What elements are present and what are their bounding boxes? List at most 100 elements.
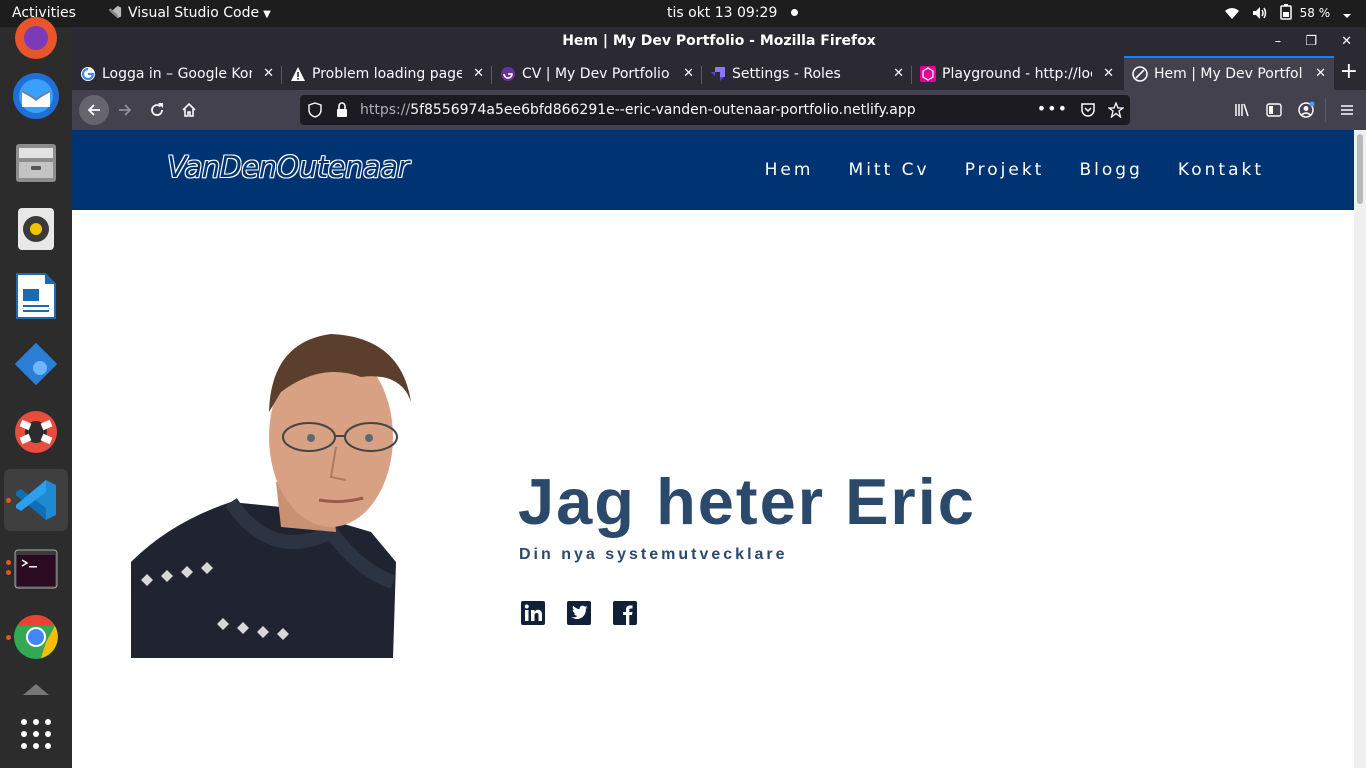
- running-indicator: [6, 570, 11, 575]
- grid-icon: [21, 719, 51, 749]
- vscode-icon: [16, 480, 56, 520]
- close-tab-icon[interactable]: ✕: [893, 58, 904, 90]
- dock-scroll-up[interactable]: [4, 679, 68, 699]
- dock-chrome[interactable]: [4, 606, 68, 668]
- dock-software-updater[interactable]: [4, 333, 68, 395]
- thunderbird-icon: [13, 73, 59, 119]
- chevron-up-icon: [23, 684, 49, 695]
- arrow-right-icon: [119, 104, 132, 116]
- back-button[interactable]: [79, 95, 109, 125]
- menu-link-blogg[interactable]: Blogg: [1079, 160, 1142, 180]
- account-button[interactable]: [1293, 97, 1319, 123]
- url-host: 5f8556974a5ee6bfd866291e--eric-vanden-ou…: [410, 102, 916, 118]
- clock-text: tis okt 13 09:29: [667, 5, 778, 21]
- firefox-window: Hem | My Dev Portfolio - Mozilla Firefox…: [72, 27, 1366, 768]
- tab-hem-portfolio[interactable]: Hem | My Dev Portfolio ✕: [1124, 56, 1334, 90]
- google-icon: [81, 67, 95, 81]
- graphql-icon: [920, 66, 936, 82]
- app-menu[interactable]: Visual Studio Code ▼: [108, 0, 271, 27]
- close-tab-icon[interactable]: ✕: [1315, 58, 1326, 90]
- tab-problem-loading[interactable]: Problem loading page ✕: [282, 58, 492, 90]
- site-logo[interactable]: VanDenOutenaar: [167, 150, 409, 184]
- tab-label: Hem | My Dev Portfolio: [1154, 66, 1302, 82]
- system-top-bar: Activities Visual Studio Code ▼ tis okt 1…: [0, 0, 1366, 27]
- dock-vscode[interactable]: [4, 469, 68, 531]
- window-titlebar[interactable]: Hem | My Dev Portfolio - Mozilla Firefox…: [72, 27, 1366, 56]
- url-text[interactable]: https://5f8556974a5ee6bfd866291e--eric-v…: [360, 95, 916, 125]
- close-window-button[interactable]: ✕: [1341, 27, 1352, 56]
- dock-terminal[interactable]: [4, 538, 68, 600]
- dock-thunderbird[interactable]: [4, 65, 68, 127]
- tab-label: Settings - Roles: [732, 66, 841, 82]
- dock-help[interactable]: [4, 401, 68, 463]
- shield-icon[interactable]: [308, 102, 322, 118]
- tab-cv-portfolio[interactable]: CV | My Dev Portfolio ✕: [492, 58, 702, 90]
- window-title: Hem | My Dev Portfolio - Mozilla Firefox: [562, 33, 876, 49]
- terminal-icon: [14, 549, 58, 589]
- rhythmbox-icon: [18, 208, 54, 250]
- navigation-toolbar: https://5f8556974a5ee6bfd866291e--eric-v…: [72, 90, 1366, 130]
- hamburger-menu-button[interactable]: [1334, 97, 1360, 123]
- arrow-left-icon: [87, 104, 100, 116]
- libreoffice-writer-icon: [16, 273, 56, 319]
- help-lifebuoy-icon: [15, 411, 57, 453]
- close-tab-icon[interactable]: ✕: [473, 58, 484, 90]
- bookmark-star-icon[interactable]: [1108, 102, 1124, 118]
- sidebar-button[interactable]: [1261, 97, 1287, 123]
- running-indicator: [6, 560, 11, 565]
- close-tab-icon[interactable]: ✕: [683, 58, 694, 90]
- facebook-icon: [613, 601, 638, 625]
- tab-graphql-playground[interactable]: Playground - http://loc ✕: [912, 58, 1122, 90]
- caret-down-icon: [1343, 14, 1351, 18]
- site-menu: Hem Mitt Cv Projekt Blogg Kontakt: [735, 130, 1264, 210]
- minimize-button[interactable]: –: [1275, 27, 1282, 56]
- tab-label: Problem loading page: [312, 66, 462, 82]
- menu-link-projekt[interactable]: Projekt: [965, 160, 1045, 180]
- tab-label: Logga in – Google Kon: [102, 66, 252, 82]
- running-indicator: [6, 635, 11, 640]
- volume-icon: [1253, 7, 1267, 19]
- caret-down-icon: ▼: [263, 9, 271, 20]
- linkedin-link[interactable]: [520, 600, 546, 626]
- notification-dot: [791, 9, 799, 16]
- new-tab-button[interactable]: +: [1340, 60, 1358, 84]
- forward-button[interactable]: [112, 97, 138, 123]
- running-indicator: [6, 498, 11, 503]
- netlify-icon: [1132, 66, 1148, 82]
- dock-firefox[interactable]: [4, 7, 68, 69]
- dock-rhythmbox[interactable]: [4, 198, 68, 260]
- tab-label: Playground - http://loc: [942, 66, 1092, 82]
- menu-link-kontakt[interactable]: Kontakt: [1178, 160, 1264, 180]
- pocket-icon[interactable]: [1080, 102, 1096, 118]
- maximize-button[interactable]: ❐: [1305, 27, 1317, 56]
- menu-link-mitt-cv[interactable]: Mitt Cv: [849, 160, 930, 180]
- close-tab-icon[interactable]: ✕: [263, 58, 274, 90]
- sidebar-icon: [1266, 103, 1282, 117]
- tab-settings-roles[interactable]: Settings - Roles ✕: [702, 58, 912, 90]
- dock-files[interactable]: [4, 131, 68, 193]
- web-page: VanDenOutenaar Hem Mitt Cv Projekt Blogg…: [72, 130, 1354, 768]
- menu-link-hem[interactable]: Hem: [765, 160, 814, 180]
- scrollbar-thumb[interactable]: [1357, 134, 1363, 204]
- system-menu[interactable]: 58 %: [1216, 0, 1352, 27]
- page-actions-menu-icon[interactable]: •••: [1037, 95, 1068, 123]
- close-tab-icon[interactable]: ✕: [1103, 58, 1114, 90]
- reload-button[interactable]: [144, 97, 170, 123]
- site-navbar: VanDenOutenaar Hem Mitt Cv Projekt Blogg…: [72, 130, 1354, 210]
- gatsby-icon: [501, 67, 515, 81]
- dock-writer[interactable]: [4, 265, 68, 327]
- home-button[interactable]: [176, 97, 202, 123]
- dock-show-applications[interactable]: [4, 703, 68, 765]
- clock[interactable]: tis okt 13 09:29: [667, 0, 799, 27]
- app-menu-label: Visual Studio Code: [128, 5, 260, 21]
- facebook-link[interactable]: [612, 600, 638, 626]
- social-links: [520, 600, 653, 626]
- tab-google-login[interactable]: Logga in – Google Kon ✕: [72, 58, 282, 90]
- hamburger-icon: [1341, 105, 1353, 115]
- twitter-link[interactable]: [566, 600, 592, 626]
- tab-bar: Logga in – Google Kon ✕ Problem loading …: [72, 56, 1366, 90]
- lock-icon[interactable]: [336, 102, 348, 118]
- page-scrollbar[interactable]: [1354, 130, 1366, 768]
- library-button[interactable]: [1229, 97, 1255, 123]
- url-bar[interactable]: https://5f8556974a5ee6bfd866291e--eric-v…: [300, 95, 1130, 125]
